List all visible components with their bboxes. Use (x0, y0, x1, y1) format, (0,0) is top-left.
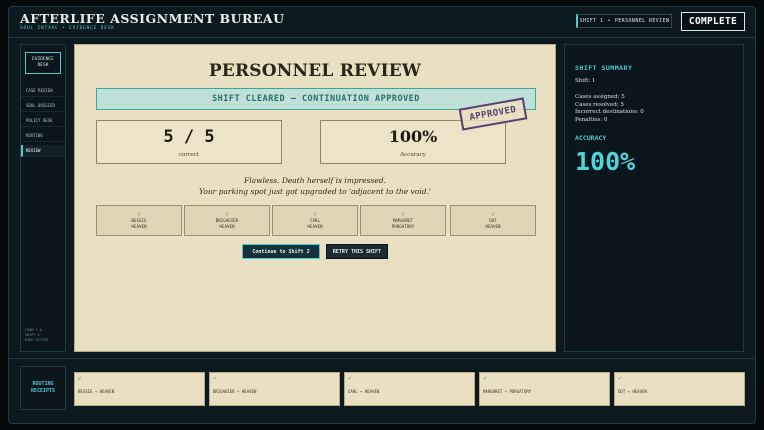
accuracy-heading: ACCURACY (575, 134, 607, 142)
routing-receipt[interactable]: ✓ CARL → HEAVEN (344, 372, 475, 406)
shift-summary-panel: SHIFT SUMMARY Shift: 1 Cases assigned: 5… (564, 44, 744, 352)
case-card: ✓ DOT HEAVEN (450, 205, 536, 236)
receipts-label: ROUTING RECEIPTS (20, 366, 66, 410)
summary-resolved: Cases resolved: 5 (575, 101, 624, 108)
status-badge: COMPLETE (681, 12, 745, 31)
accuracy-readout: 100% (575, 147, 636, 176)
receipt-text: BRIGADIER → HEAVEN (213, 389, 257, 394)
receipt-text: CARL → HEAVEN (348, 389, 380, 394)
sidebar: EVIDENCE DESK CASE REVIEW SOUL DOSSIER P… (20, 44, 66, 352)
review-quote: Flawless. Death herself is impressed. Yo… (199, 176, 431, 196)
shift-label: SHIFT 1 (579, 18, 604, 24)
case-destination: HEAVEN (131, 223, 147, 229)
case-destination: HEAVEN (219, 223, 235, 229)
summary-heading: SHIFT SUMMARY (575, 64, 633, 72)
routing-receipt[interactable]: ✓ MARGARET → PURGATORY (479, 372, 610, 406)
summary-shift: Shift: 1 (575, 78, 596, 84)
sidebar-item-soul-dossier[interactable]: SOUL DOSSIER (21, 100, 65, 112)
case-destination: HEAVEN (307, 223, 323, 229)
retry-button[interactable]: RETRY THIS SHIFT (326, 244, 388, 259)
case-card: ✓ MARGARET PURGATORY (360, 205, 446, 236)
sidebar-item-case-review[interactable]: CASE REVIEW (21, 85, 65, 97)
continue-button[interactable]: Continue to Shift 2 (242, 244, 320, 259)
score-box: 5 / 5 correct (96, 120, 282, 164)
receipt-text: BESSIE → HEAVEN (78, 389, 115, 394)
score-value: 5 / 5 (163, 127, 215, 147)
check-icon: ✓ (483, 375, 487, 382)
shift-separator: • (607, 18, 611, 24)
app-title: AFTERLIFE ASSIGNMENT BUREAU (20, 11, 285, 26)
sidebar-footer: FORM 7-A SHIFT 1 DIRK ACTIVE (25, 328, 49, 342)
score-label: correct (178, 152, 200, 158)
receipt-text: DOT → HEAVEN (618, 389, 647, 394)
case-card: ✓ CARL HEAVEN (272, 205, 358, 236)
summary-penalties: Penalties: 0 (575, 116, 608, 123)
sidebar-item-routing[interactable]: ROUTING (21, 130, 65, 142)
case-card: ✓ BRIGADIER HEAVEN (184, 205, 270, 236)
summary-assigned: Cases assigned: 5 (575, 94, 625, 100)
sidebar-title: EVIDENCE DESK (25, 52, 61, 74)
routing-receipt[interactable]: ✓ BESSIE → HEAVEN (74, 372, 205, 406)
shift-indicator: SHIFT 1 • PERSONNEL REVIEW (576, 14, 672, 28)
case-card: ✓ BESSIE HEAVEN (96, 205, 182, 236)
app-subtitle: SOUL INTAKE • EVIDENCE DESK (20, 26, 115, 31)
routing-receipt[interactable]: ✓ DOT → HEAVEN (614, 372, 745, 406)
check-icon: ✓ (618, 375, 622, 382)
case-destination: PURGATORY (391, 223, 415, 229)
accuracy-label: Accuracy (400, 152, 426, 158)
page-title: PERSONNEL REVIEW (208, 61, 422, 81)
check-icon: ✓ (348, 375, 352, 382)
receipt-text: MARGARET → PURGATORY (483, 389, 532, 394)
summary-incorrect: Incorrect destinations: 0 (575, 109, 644, 115)
sidebar-item-policy-desk[interactable]: POLICY DESK (21, 115, 65, 127)
review-document: PERSONNEL REVIEW SHIFT CLEARED — CONTINU… (74, 44, 556, 352)
shift-view: PERSONNEL REVIEW (614, 18, 670, 24)
case-destination: HEAVEN (485, 223, 501, 229)
check-icon: ✓ (213, 375, 217, 382)
accuracy-value: 100% (388, 127, 438, 146)
routing-receipt[interactable]: ✓ BRIGADIER → HEAVEN (209, 372, 340, 406)
sidebar-item-review[interactable]: REVIEW (21, 145, 65, 157)
check-icon: ✓ (78, 375, 82, 382)
top-bar: AFTERLIFE ASSIGNMENT BUREAU SOUL INTAKE … (8, 6, 756, 38)
